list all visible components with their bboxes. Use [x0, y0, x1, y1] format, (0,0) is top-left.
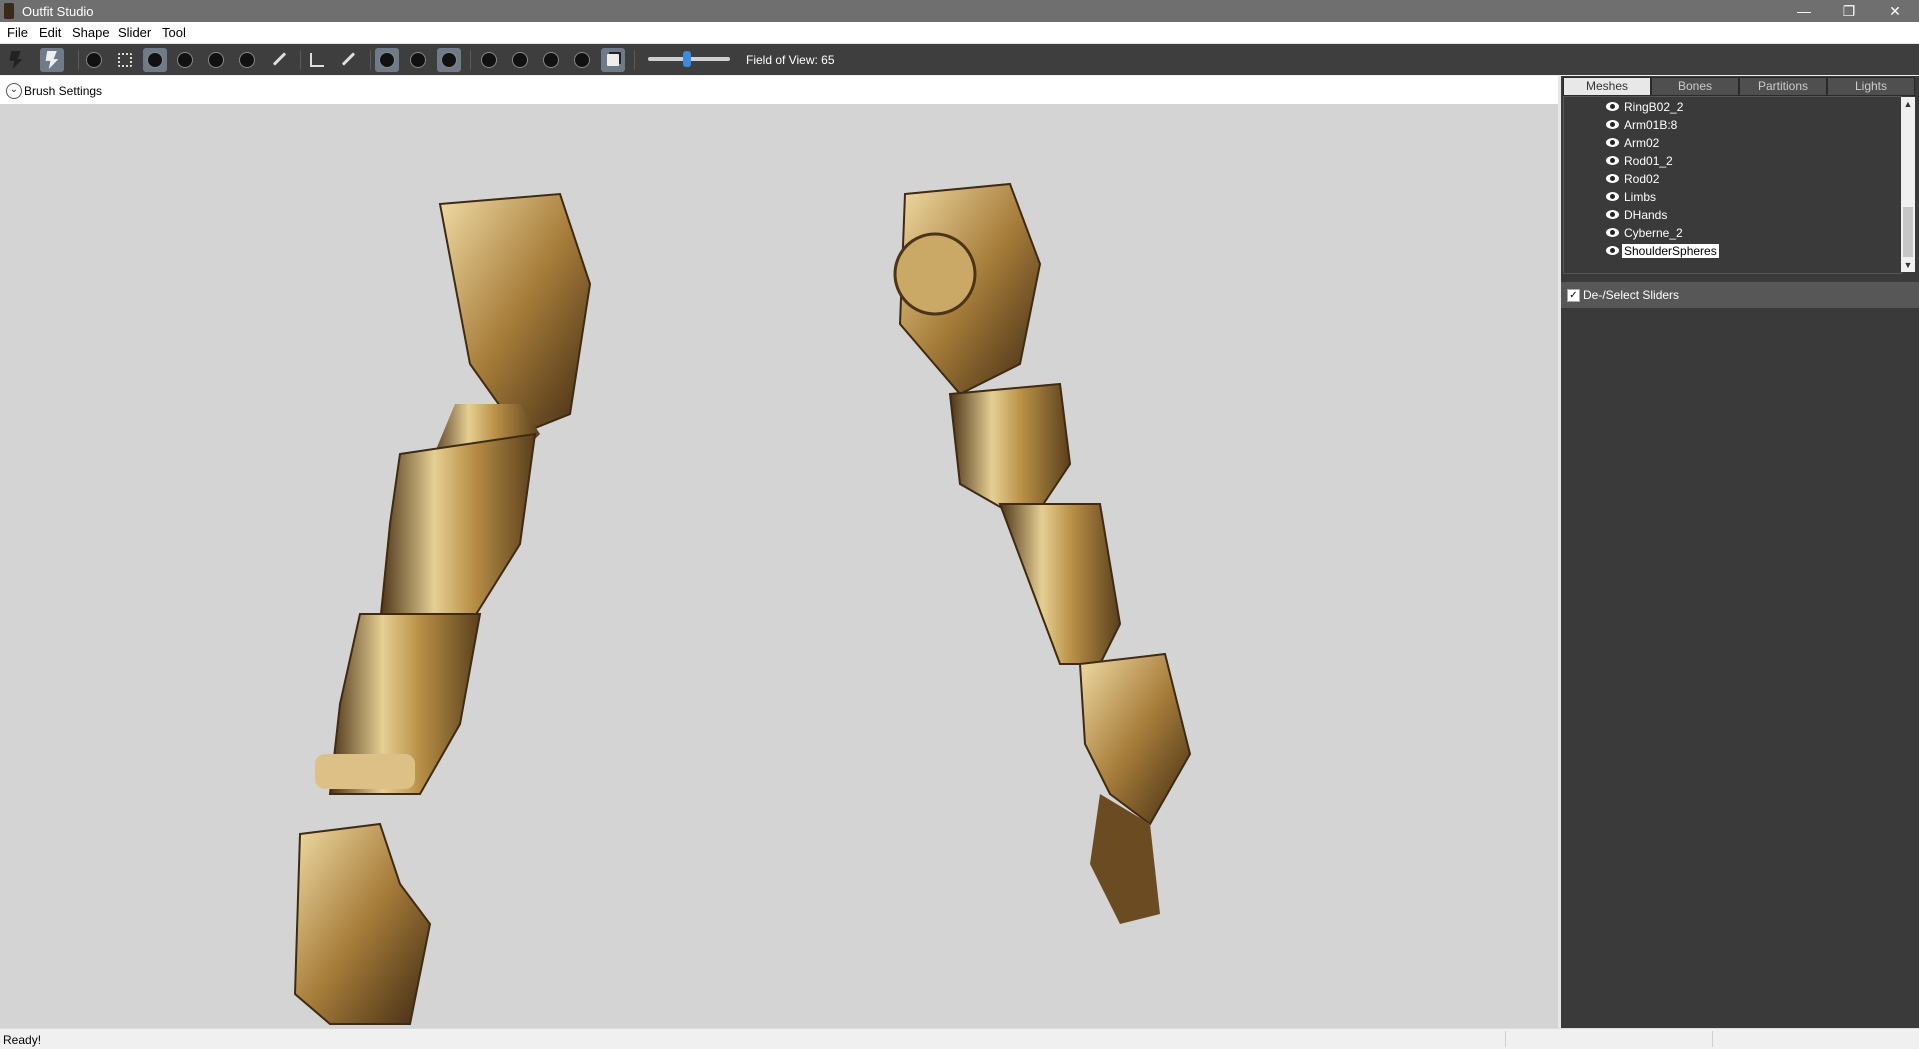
- minimize-button[interactable]: —: [1781, 0, 1827, 22]
- mesh-name[interactable]: Rod02: [1624, 172, 1659, 186]
- toolbar: [0, 44, 1919, 75]
- move-sphere-icon: [209, 53, 223, 67]
- eye-icon[interactable]: [1606, 120, 1619, 129]
- view-left-button[interactable]: [539, 48, 563, 72]
- eye-icon[interactable]: [1606, 174, 1619, 183]
- brush-settings-label[interactable]: Brush Settings: [24, 84, 102, 98]
- toolbar-separator: [470, 50, 471, 70]
- view-sphere-icon: [544, 53, 558, 67]
- brush-sphere-icon: [148, 53, 162, 67]
- mesh-list-scrollbar[interactable]: ▲ ▼: [1901, 97, 1915, 272]
- tab-partitions[interactable]: Partitions: [1739, 77, 1827, 96]
- mesh-name[interactable]: Arm02: [1624, 136, 1659, 150]
- view-back-button[interactable]: [508, 48, 532, 72]
- view-sphere-icon: [482, 53, 496, 67]
- brush-mode-button[interactable]: [40, 48, 64, 72]
- tab-lights[interactable]: Lights: [1827, 77, 1915, 96]
- left-arm-model: [293, 192, 592, 1025]
- mesh-name[interactable]: Arm01B:8: [1624, 118, 1677, 132]
- mask-brush-button[interactable]: [82, 48, 106, 72]
- status-separator: [1712, 1031, 1713, 1047]
- cube-icon: [607, 54, 619, 66]
- deflate-brush-button[interactable]: [173, 48, 197, 72]
- transform-button[interactable]: [305, 48, 329, 72]
- toolbar-separator: [370, 50, 371, 70]
- mesh-name[interactable]: RingB02_2: [1624, 100, 1683, 114]
- pivot-button[interactable]: [337, 48, 361, 72]
- axis-icon: [310, 53, 324, 67]
- right-arm-model: [893, 182, 1192, 924]
- restore-button[interactable]: ❐: [1826, 0, 1872, 22]
- perspective-toggle-button[interactable]: [601, 48, 625, 72]
- pencil-icon: [341, 52, 356, 66]
- app-icon: [4, 3, 14, 19]
- mesh-name[interactable]: Cyberne_2: [1624, 226, 1683, 240]
- eye-icon[interactable]: [1606, 156, 1619, 165]
- tab-bones[interactable]: Bones: [1651, 77, 1739, 96]
- 3d-viewport[interactable]: [0, 104, 1558, 1028]
- mesh-name[interactable]: Limbs: [1624, 190, 1656, 204]
- deselect-sliders-label[interactable]: De-/Select Sliders: [1583, 288, 1679, 302]
- weight-brush-button[interactable]: [268, 48, 292, 72]
- view-front-button[interactable]: [477, 48, 501, 72]
- brush-icon: [272, 52, 287, 66]
- scroll-down-icon[interactable]: ▼: [1901, 258, 1915, 272]
- window-title: Outfit Studio: [22, 4, 94, 19]
- smooth-brush-button[interactable]: [235, 48, 259, 72]
- view-right-button[interactable]: [570, 48, 594, 72]
- status-separator: [1505, 1031, 1506, 1047]
- view-sphere-icon: [575, 53, 589, 67]
- menu-edit[interactable]: Edit: [39, 25, 61, 40]
- eye-icon[interactable]: [1606, 102, 1619, 111]
- menu-slider[interactable]: Slider: [118, 25, 151, 40]
- menu-tool[interactable]: Tool: [162, 25, 186, 40]
- eye-icon[interactable]: [1606, 228, 1619, 237]
- connected-only-button[interactable]: [406, 48, 430, 72]
- fov-slider-thumb[interactable]: [683, 51, 691, 67]
- toolbar-separator: [78, 50, 79, 70]
- select-brush-button[interactable]: [4, 48, 28, 72]
- xmirror-button[interactable]: [375, 48, 399, 72]
- eye-icon[interactable]: [1606, 246, 1619, 255]
- deselect-sliders-checkbox[interactable]: ✓: [1567, 289, 1580, 302]
- status-text: Ready!: [3, 1033, 42, 1047]
- eye-icon[interactable]: [1606, 210, 1619, 219]
- close-button[interactable]: ✕: [1872, 0, 1918, 22]
- lightning-icon: [9, 51, 23, 69]
- mirror-icon: [380, 53, 394, 67]
- menu-shape[interactable]: Shape: [72, 25, 110, 40]
- inflate-brush-button[interactable]: [143, 48, 167, 72]
- select-region-button[interactable]: [113, 48, 137, 72]
- mesh-name[interactable]: Rod01_2: [1624, 154, 1673, 168]
- menu-file[interactable]: File: [7, 25, 28, 40]
- global-brush-button[interactable]: [437, 48, 461, 72]
- mesh-name[interactable]: DHands: [1624, 208, 1667, 222]
- status-bar: Ready!: [0, 1028, 1919, 1049]
- mesh-render: [293, 182, 1192, 1025]
- brush-sphere-icon: [240, 53, 254, 67]
- scrollbar-thumb[interactable]: [1903, 207, 1913, 257]
- brush-sphere-icon: [87, 53, 101, 67]
- brush-settings-toggle[interactable]: ⌄: [6, 83, 22, 99]
- move-brush-button[interactable]: [204, 48, 228, 72]
- tab-meshes[interactable]: Meshes: [1563, 77, 1651, 96]
- mesh-list[interactable]: RingB02_2 Arm01B:8 Arm02 Rod01_2 Rod02 L…: [1563, 96, 1902, 274]
- selection-box-icon: [118, 53, 132, 67]
- menu-bar: File Edit Shape Slider Tool: [0, 22, 1919, 44]
- title-bar: Outfit Studio — ❐ ✕: [0, 0, 1919, 22]
- fov-label: Field of View: 65: [746, 53, 835, 67]
- brush-sphere-icon: [178, 53, 192, 67]
- lightning-icon: [45, 51, 59, 69]
- toolbar-separator: [300, 50, 301, 70]
- eye-icon[interactable]: [1606, 138, 1619, 147]
- scroll-up-icon[interactable]: ▲: [1901, 97, 1915, 111]
- toolbar-separator: [634, 50, 635, 70]
- connected-icon: [411, 53, 425, 67]
- mesh-name[interactable]: ShoulderSpheres: [1622, 244, 1719, 258]
- eye-icon[interactable]: [1606, 192, 1619, 201]
- global-icon: [442, 53, 456, 67]
- view-sphere-icon: [513, 53, 527, 67]
- brush-settings-bar: [0, 76, 1558, 104]
